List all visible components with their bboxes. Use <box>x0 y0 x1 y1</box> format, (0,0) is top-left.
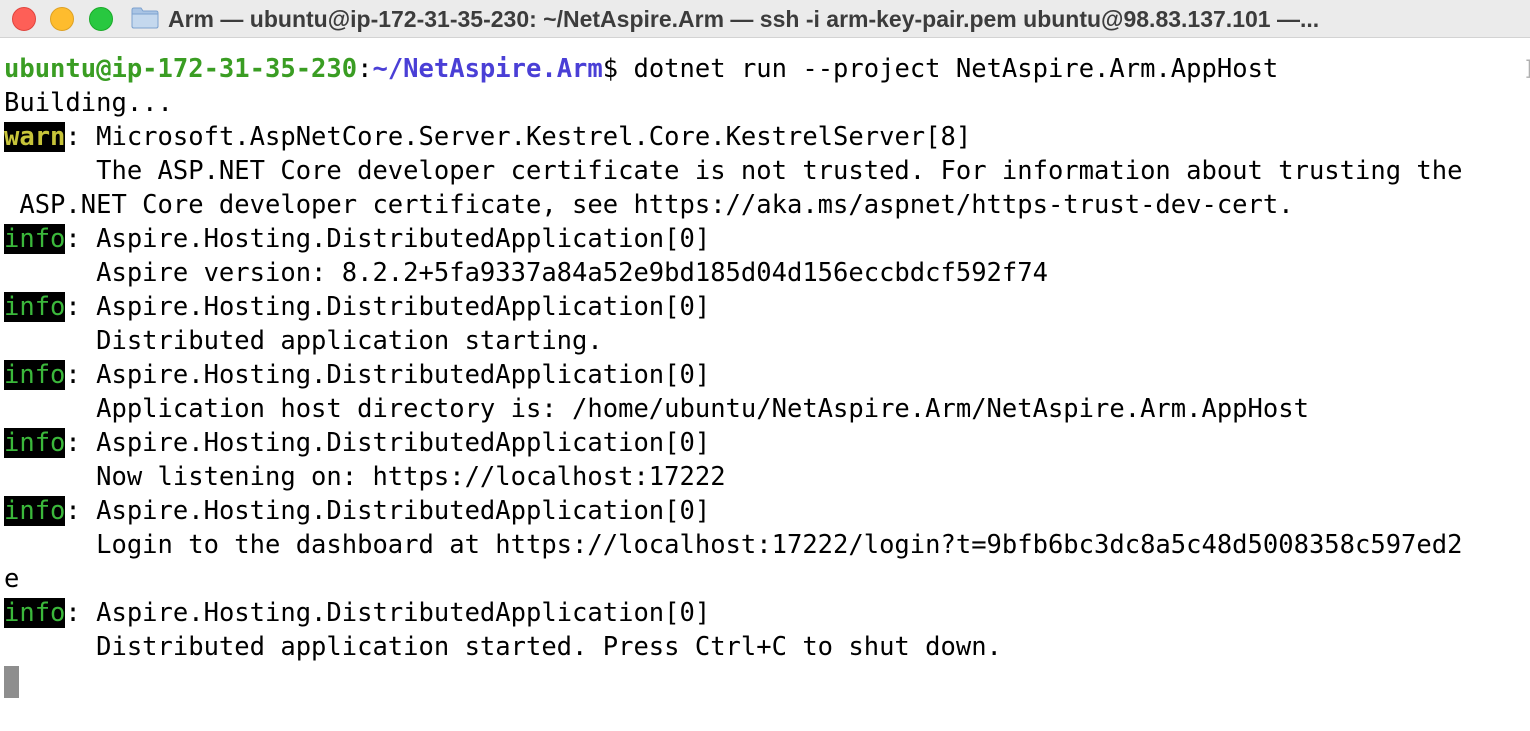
log-message: Application host directory is: /home/ubu… <box>4 394 1309 424</box>
log-message: Aspire version: 8.2.2+5fa9337a84a52e9bd1… <box>4 258 1048 288</box>
building-line: Building... <box>4 88 173 118</box>
log-level-badge: info <box>4 292 66 322</box>
log-entry-header: info: Aspire.Hosting.DistributedApplicat… <box>4 426 1524 460</box>
cursor-line <box>4 664 1524 698</box>
folder-icon <box>131 7 159 29</box>
close-button[interactable] <box>12 7 36 31</box>
log-message: ASP.NET Core developer certificate, see … <box>4 190 1294 220</box>
window-title: Arm — ubuntu@ip-172-31-35-230: ~/NetAspi… <box>168 6 1320 32</box>
log-message: Distributed application started. Press C… <box>4 632 1002 662</box>
scroll-indicator: ] <box>1523 56 1530 80</box>
terminal-cursor <box>4 666 19 698</box>
log-message: The ASP.NET Core developer certificate i… <box>4 156 1463 186</box>
log-source: : Aspire.Hosting.DistributedApplication[… <box>65 496 711 526</box>
log-message: e <box>4 564 20 594</box>
log-level-badge: info <box>4 224 66 254</box>
log-source: : Aspire.Hosting.DistributedApplication[… <box>65 292 711 322</box>
prompt-path: ~/NetAspire.Arm <box>372 54 603 84</box>
log-entries: warn: Microsoft.AspNetCore.Server.Kestre… <box>4 120 1524 664</box>
minimize-button[interactable] <box>50 7 74 31</box>
prompt-symbol: $ <box>602 54 619 84</box>
terminal-window: Arm — ubuntu@ip-172-31-35-230: ~/NetAspi… <box>0 0 1530 731</box>
log-source: : Aspire.Hosting.DistributedApplication[… <box>65 598 711 628</box>
log-entry-header: warn: Microsoft.AspNetCore.Server.Kestre… <box>4 120 1524 154</box>
log-entry-header: info: Aspire.Hosting.DistributedApplicat… <box>4 222 1524 256</box>
terminal-output[interactable]: ubuntu@ip-172-31-35-230:~/NetAspire.Arm$… <box>4 52 1524 698</box>
log-source: : Microsoft.AspNetCore.Server.Kestrel.Co… <box>65 122 972 152</box>
log-level-badge: info <box>4 598 66 628</box>
log-entry-header: info: Aspire.Hosting.DistributedApplicat… <box>4 596 1524 630</box>
log-entry-header: info: Aspire.Hosting.DistributedApplicat… <box>4 290 1524 324</box>
log-level-badge: info <box>4 360 66 390</box>
log-level-badge: info <box>4 496 66 526</box>
title-bar[interactable]: Arm — ubuntu@ip-172-31-35-230: ~/NetAspi… <box>0 0 1530 38</box>
log-level-badge: warn <box>4 122 66 152</box>
log-source: : Aspire.Hosting.DistributedApplication[… <box>65 360 711 390</box>
log-message: Login to the dashboard at https://localh… <box>4 530 1463 560</box>
prompt-line: ubuntu@ip-172-31-35-230:~/NetAspire.Arm$… <box>4 52 1524 86</box>
prompt-user-host: ubuntu@ip-172-31-35-230 <box>4 54 358 84</box>
prompt-command: dotnet run --project NetAspire.Arm.AppHo… <box>618 54 1279 84</box>
log-source: : Aspire.Hosting.DistributedApplication[… <box>65 428 711 458</box>
log-level-badge: info <box>4 428 66 458</box>
log-entry-header: info: Aspire.Hosting.DistributedApplicat… <box>4 494 1524 528</box>
log-message: Distributed application starting. <box>4 326 603 356</box>
prompt-separator: : <box>357 54 373 84</box>
zoom-button[interactable] <box>89 7 113 31</box>
log-source: : Aspire.Hosting.DistributedApplication[… <box>65 224 711 254</box>
log-message: Now listening on: https://localhost:1722… <box>4 462 726 492</box>
log-entry-header: info: Aspire.Hosting.DistributedApplicat… <box>4 358 1524 392</box>
